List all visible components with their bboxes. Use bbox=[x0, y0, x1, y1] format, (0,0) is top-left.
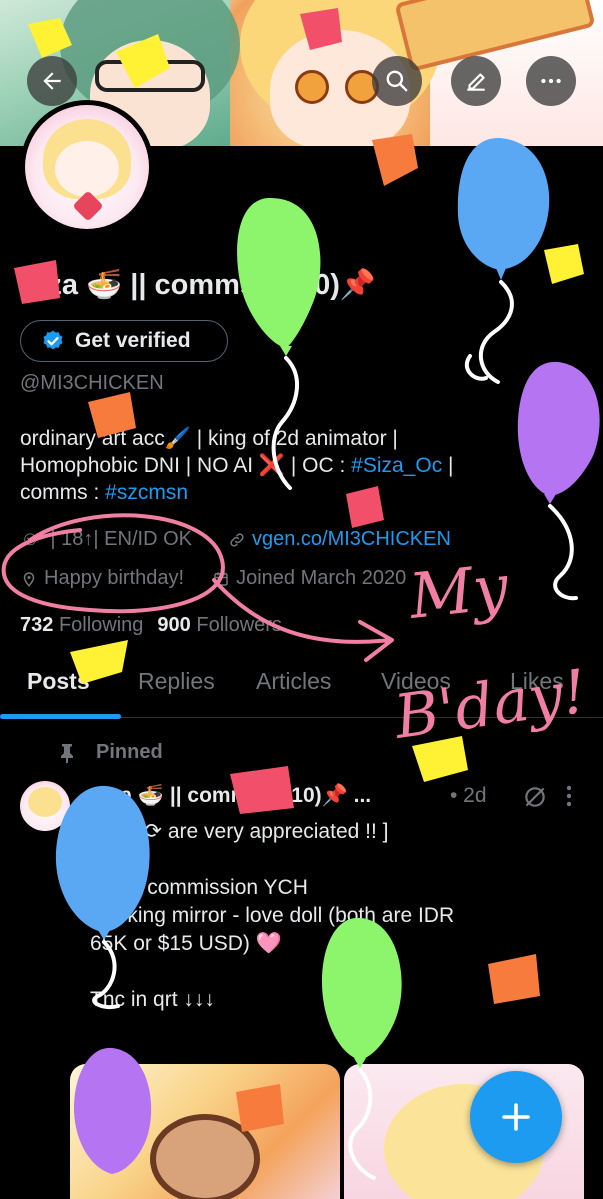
post-author-name[interactable]: Siza 🍜 || comms (5/10)📌 ... bbox=[90, 784, 371, 808]
follow-counts: 732 Following 900 Followers bbox=[20, 614, 282, 637]
bio-line: comms : #szcmsn bbox=[20, 481, 189, 504]
edit-icon bbox=[467, 73, 485, 91]
pinned-label: Pinned bbox=[58, 741, 163, 764]
profile-bio: ordinary art acc🖌️ | king of 2d animator… bbox=[20, 425, 590, 506]
post-timestamp[interactable]: • 2d bbox=[450, 784, 487, 808]
post-line: Peeking mirror - love doll (both are IDR bbox=[90, 904, 455, 927]
post-line: Tnc in qrt ↓↓↓ bbox=[90, 988, 215, 1011]
confetti bbox=[544, 244, 584, 284]
search-icon bbox=[386, 70, 408, 92]
more-options-button[interactable] bbox=[526, 56, 576, 106]
post-media-image[interactable] bbox=[70, 1064, 340, 1199]
balloon-blue bbox=[457, 138, 550, 384]
post-more-icon[interactable] bbox=[563, 783, 575, 809]
compose-post-button[interactable] bbox=[470, 1071, 562, 1163]
tab-posts[interactable]: Posts bbox=[27, 668, 90, 695]
profile-meta-row: Happy birthday! Joined March 2020 bbox=[20, 567, 406, 590]
verified-badge-icon bbox=[43, 330, 63, 350]
bio-line: Homophobic DNI | NO AI ❌ | OC : #Siza_Oc… bbox=[20, 454, 454, 477]
doodle-text-my: My bbox=[405, 550, 513, 633]
confetti bbox=[412, 736, 468, 782]
get-verified-label: Get verified bbox=[75, 329, 191, 352]
location-icon bbox=[23, 571, 35, 587]
birthday-text: Happy birthday! bbox=[44, 567, 185, 589]
profile-avatar[interactable] bbox=[20, 100, 154, 234]
pin-icon bbox=[61, 743, 73, 763]
hashtag-link[interactable]: #szcmsn bbox=[105, 481, 188, 504]
banner-glasses bbox=[95, 60, 205, 92]
hashtag-link[interactable]: #Siza_Oc bbox=[351, 454, 442, 477]
profile-handle: @MI3CHICKEN bbox=[20, 372, 164, 394]
profile-name: Siza 🍜 || comms (5/10)📌 bbox=[20, 269, 377, 301]
post-line: [ ♡ + ⟳ are very appreciated !! ] bbox=[90, 820, 389, 843]
calendar-icon bbox=[214, 571, 228, 586]
arrow-left-icon bbox=[43, 72, 61, 90]
tab-videos[interactable]: Videos bbox=[381, 668, 451, 695]
meta-info: ☺ bbox=[20, 528, 41, 550]
more-icon bbox=[541, 78, 561, 84]
meta-info-text: | 18↑| EN/ID OK bbox=[50, 528, 192, 550]
plus-icon bbox=[502, 1103, 530, 1131]
active-tab-indicator bbox=[0, 714, 121, 719]
link-icon bbox=[230, 532, 244, 547]
search-button[interactable] bbox=[372, 56, 422, 106]
back-button[interactable] bbox=[27, 56, 77, 106]
joined-date: Joined March 2020 bbox=[236, 567, 407, 589]
profile-meta-row: ☺ | 18↑| EN/ID OK vgen.co/MI3CHICKEN bbox=[20, 528, 451, 551]
avatar-image bbox=[25, 105, 149, 229]
banner-eye bbox=[295, 70, 329, 104]
profile-website-link[interactable]: vgen.co/MI3CHICKEN bbox=[252, 528, 451, 551]
post-author-avatar[interactable] bbox=[20, 781, 70, 831]
grok-icon[interactable] bbox=[522, 784, 548, 810]
followers-link[interactable]: 900 Followers bbox=[157, 614, 282, 637]
following-link[interactable]: 732 Following bbox=[20, 614, 143, 637]
bio-line: ordinary art acc🖌️ | king of 2d animator… bbox=[20, 427, 398, 450]
post-text: [ ♡ + ⟳ are very appreciated !! ] Open c… bbox=[90, 818, 590, 1042]
profile-tabs: Posts Replies Articles Videos Likes bbox=[0, 660, 603, 718]
get-verified-button[interactable]: Get verified bbox=[20, 320, 228, 362]
tab-articles[interactable]: Articles bbox=[256, 668, 331, 695]
tab-likes[interactable]: Likes bbox=[510, 668, 564, 695]
post-line: Open commission YCH bbox=[90, 876, 308, 899]
tab-replies[interactable]: Replies bbox=[138, 668, 215, 695]
edit-button[interactable] bbox=[451, 56, 501, 106]
post-line: 65K or $15 USD) 🩷 bbox=[90, 932, 282, 955]
